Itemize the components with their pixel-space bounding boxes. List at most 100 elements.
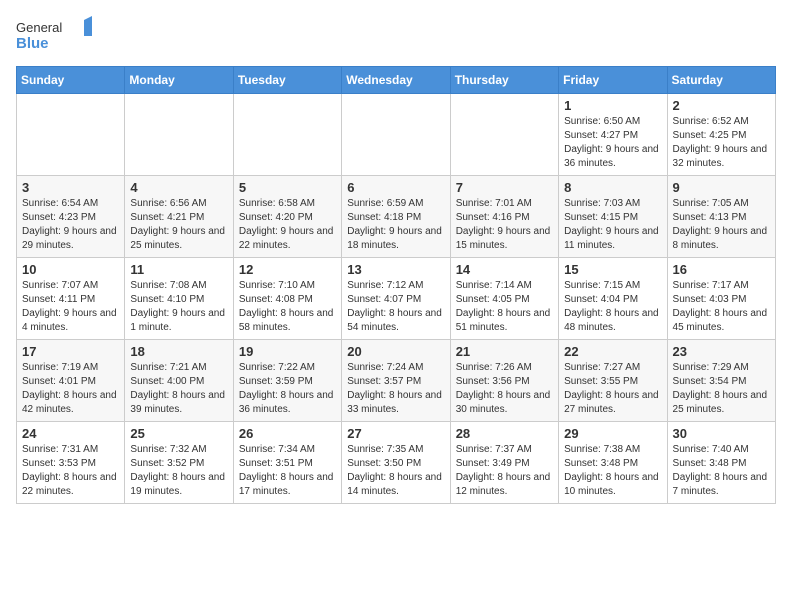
day-info: Sunrise: 7:35 AM Sunset: 3:50 PM Dayligh… [347,443,444,499]
day-number: 7 [456,180,553,195]
day-cell: 7 Sunrise: 7:01 AM Sunset: 4:16 PM Daylig… [450,176,558,258]
day-cell [450,94,558,176]
day-info: Sunrise: 7:26 AM Sunset: 3:56 PM Dayligh… [456,361,553,417]
day-cell: 20Sunrise: 7:24 AM Sunset: 3:57 PM Dayli… [342,340,450,422]
day-cell: 25Sunrise: 7:32 AM Sunset: 3:52 PM Dayli… [125,422,233,504]
day-cell [233,94,341,176]
day-info: Sunrise: 6:58 AM Sunset: 4:20 PM Dayligh… [239,197,336,253]
day-cell: 10 Sunrise: 7:07 AM Sunset: 4:11 PM Dayli… [17,258,125,340]
day-info: Sunrise: 7:01 AM Sunset: 4:16 PM Dayligh… [456,197,553,253]
svg-text:General: General [16,20,62,35]
week-row-3: 10 Sunrise: 7:07 AM Sunset: 4:11 PM Dayli… [17,258,776,340]
day-number: 6 [347,180,444,195]
day-cell: 22 Sunrise: 7:27 AM Sunset: 3:55 PM Dayli… [559,340,667,422]
day-number: 29 [564,426,661,441]
day-cell: 24 Sunrise: 7:31 AM Sunset: 3:53 PM Dayli… [17,422,125,504]
day-cell: 30 Sunrise: 7:40 AM Sunset: 3:48 PM Dayli… [667,422,775,504]
day-info: Sunrise: 7:08 AM Sunset: 4:10 PM Dayligh… [130,279,227,335]
day-cell: 8 Sunrise: 7:03 AM Sunset: 4:15 PM Daylig… [559,176,667,258]
day-cell: 1Sunrise: 6:50 AM Sunset: 4:27 PM Daylig… [559,94,667,176]
day-number: 12 [239,262,336,277]
col-header-wednesday: Wednesday [342,67,450,94]
week-row-1: 1Sunrise: 6:50 AM Sunset: 4:27 PM Daylig… [17,94,776,176]
day-info: Sunrise: 7:22 AM Sunset: 3:59 PM Dayligh… [239,361,336,417]
day-number: 9 [673,180,770,195]
day-info: Sunrise: 7:37 AM Sunset: 3:49 PM Dayligh… [456,443,553,499]
header: General Blue [16,16,776,56]
day-info: Sunrise: 7:03 AM Sunset: 4:15 PM Dayligh… [564,197,661,253]
day-info: Sunrise: 7:14 AM Sunset: 4:05 PM Dayligh… [456,279,553,335]
day-info: Sunrise: 7:19 AM Sunset: 4:01 PM Dayligh… [22,361,119,417]
day-number: 1 [564,98,661,113]
day-number: 30 [673,426,770,441]
day-number: 27 [347,426,444,441]
day-number: 13 [347,262,444,277]
day-info: Sunrise: 7:38 AM Sunset: 3:48 PM Dayligh… [564,443,661,499]
day-number: 18 [130,344,227,359]
day-cell: 14 Sunrise: 7:14 AM Sunset: 4:05 PM Dayli… [450,258,558,340]
week-row-2: 3 Sunrise: 6:54 AM Sunset: 4:23 PM Daylig… [17,176,776,258]
day-cell: 2Sunrise: 6:52 AM Sunset: 4:25 PM Daylig… [667,94,775,176]
day-info: Sunrise: 7:31 AM Sunset: 3:53 PM Dayligh… [22,443,119,499]
day-cell: 21 Sunrise: 7:26 AM Sunset: 3:56 PM Dayli… [450,340,558,422]
day-number: 11 [130,262,227,277]
day-number: 21 [456,344,553,359]
day-cell: 27 Sunrise: 7:35 AM Sunset: 3:50 PM Dayli… [342,422,450,504]
day-cell: 19 Sunrise: 7:22 AM Sunset: 3:59 PM Dayli… [233,340,341,422]
day-number: 5 [239,180,336,195]
day-info: Sunrise: 7:21 AM Sunset: 4:00 PM Dayligh… [130,361,227,417]
day-cell: 11 Sunrise: 7:08 AM Sunset: 4:10 PM Dayli… [125,258,233,340]
col-header-sunday: Sunday [17,67,125,94]
day-number: 4 [130,180,227,195]
day-info: Sunrise: 7:29 AM Sunset: 3:54 PM Dayligh… [673,361,770,417]
day-cell: 23 Sunrise: 7:29 AM Sunset: 3:54 PM Dayli… [667,340,775,422]
day-info: Sunrise: 6:54 AM Sunset: 4:23 PM Dayligh… [22,197,119,253]
logo: General Blue [16,16,96,56]
col-header-friday: Friday [559,67,667,94]
day-number: 20 [347,344,444,359]
day-info: Sunrise: 7:17 AM Sunset: 4:03 PM Dayligh… [673,279,770,335]
day-cell: 18 Sunrise: 7:21 AM Sunset: 4:00 PM Dayli… [125,340,233,422]
col-header-saturday: Saturday [667,67,775,94]
day-number: 22 [564,344,661,359]
day-cell: 16 Sunrise: 7:17 AM Sunset: 4:03 PM Dayli… [667,258,775,340]
day-cell: 29 Sunrise: 7:38 AM Sunset: 3:48 PM Dayli… [559,422,667,504]
day-info: Sunrise: 6:56 AM Sunset: 4:21 PM Dayligh… [130,197,227,253]
day-info: Sunrise: 7:27 AM Sunset: 3:55 PM Dayligh… [564,361,661,417]
day-cell: 9 Sunrise: 7:05 AM Sunset: 4:13 PM Daylig… [667,176,775,258]
day-cell: 6 Sunrise: 6:59 AM Sunset: 4:18 PM Daylig… [342,176,450,258]
day-number: 8 [564,180,661,195]
day-info: Sunrise: 7:15 AM Sunset: 4:04 PM Dayligh… [564,279,661,335]
day-number: 2 [673,98,770,113]
col-header-monday: Monday [125,67,233,94]
day-number: 24 [22,426,119,441]
day-number: 17 [22,344,119,359]
day-cell: 26Sunrise: 7:34 AM Sunset: 3:51 PM Dayli… [233,422,341,504]
day-info: Sunrise: 7:40 AM Sunset: 3:48 PM Dayligh… [673,443,770,499]
day-cell: 28 Sunrise: 7:37 AM Sunset: 3:49 PM Dayli… [450,422,558,504]
day-info: Sunrise: 6:59 AM Sunset: 4:18 PM Dayligh… [347,197,444,253]
day-cell [17,94,125,176]
day-cell: 3 Sunrise: 6:54 AM Sunset: 4:23 PM Daylig… [17,176,125,258]
week-row-5: 24 Sunrise: 7:31 AM Sunset: 3:53 PM Dayli… [17,422,776,504]
day-cell: 13 Sunrise: 7:12 AM Sunset: 4:07 PM Dayli… [342,258,450,340]
day-number: 16 [673,262,770,277]
day-info: Sunrise: 7:05 AM Sunset: 4:13 PM Dayligh… [673,197,770,253]
day-cell: 12Sunrise: 7:10 AM Sunset: 4:08 PM Dayli… [233,258,341,340]
day-number: 14 [456,262,553,277]
logo-svg: General Blue [16,16,96,56]
day-cell: 17 Sunrise: 7:19 AM Sunset: 4:01 PM Dayli… [17,340,125,422]
calendar-table: SundayMondayTuesdayWednesdayThursdayFrid… [16,66,776,504]
svg-text:Blue: Blue [16,35,49,52]
day-cell: 5 Sunrise: 6:58 AM Sunset: 4:20 PM Daylig… [233,176,341,258]
day-info: Sunrise: 7:07 AM Sunset: 4:11 PM Dayligh… [22,279,119,335]
day-cell: 15Sunrise: 7:15 AM Sunset: 4:04 PM Dayli… [559,258,667,340]
day-number: 3 [22,180,119,195]
day-number: 23 [673,344,770,359]
day-info: Sunrise: 7:34 AM Sunset: 3:51 PM Dayligh… [239,443,336,499]
day-number: 19 [239,344,336,359]
day-number: 10 [22,262,119,277]
week-row-4: 17 Sunrise: 7:19 AM Sunset: 4:01 PM Dayli… [17,340,776,422]
day-info: Sunrise: 7:12 AM Sunset: 4:07 PM Dayligh… [347,279,444,335]
day-number: 28 [456,426,553,441]
